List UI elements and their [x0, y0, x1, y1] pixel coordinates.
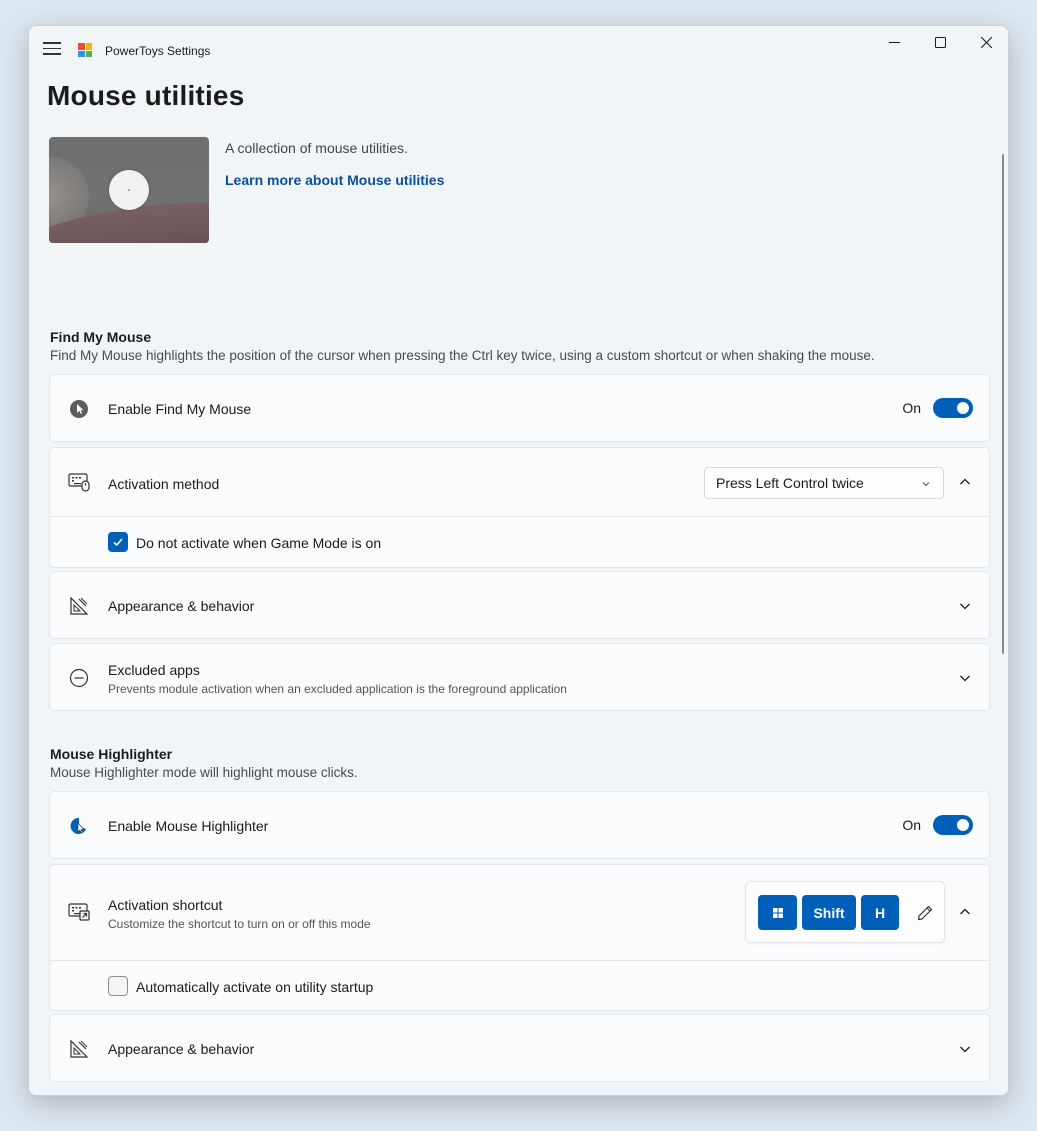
close-icon — [980, 36, 992, 48]
maximize-icon — [934, 36, 946, 48]
appearance-behavior-label: Appearance & behavior — [108, 598, 255, 614]
activation-method-label: Activation method — [108, 476, 220, 492]
powertoys-logo-icon — [78, 43, 92, 57]
divider — [50, 960, 989, 961]
h-key: H — [861, 895, 899, 930]
find-my-mouse-icon — [68, 398, 90, 420]
activation-method-value: Press Left Control twice — [716, 475, 864, 491]
enable-mouse-highlighter-card: Enable Mouse Highlighter On — [49, 791, 990, 859]
expand-appearance-button[interactable] — [957, 598, 973, 614]
windows-key — [758, 895, 797, 930]
excluded-apps-icon — [68, 667, 90, 689]
highlighter-appearance-label: Appearance & behavior — [108, 1041, 255, 1057]
mouse-highlighter-icon — [68, 815, 90, 837]
windows-logo-icon — [772, 907, 783, 918]
minimize-icon — [888, 41, 900, 43]
activation-method-dropdown[interactable]: Press Left Control twice — [704, 467, 944, 499]
expand-highlighter-appearance-button[interactable] — [957, 1041, 973, 1057]
highlighter-appearance-card[interactable]: Appearance & behavior — [49, 1014, 990, 1082]
toggle-state-text: On — [902, 817, 921, 833]
activation-shortcut-label: Activation shortcut — [108, 897, 223, 913]
find-my-mouse-description: Find My Mouse highlights the position of… — [50, 348, 875, 363]
title-bar: PowerToys Settings — [29, 26, 1008, 74]
hero-description: A collection of mouse utilities. — [225, 140, 408, 156]
page-title: Mouse utilities — [47, 80, 245, 111]
excluded-apps-label: Excluded apps — [108, 662, 200, 678]
shift-key: Shift — [802, 895, 856, 930]
learn-more-link[interactable]: Learn more about Mouse utilities — [225, 172, 444, 188]
enable-find-my-mouse-toggle[interactable]: On — [902, 398, 973, 418]
hamburger-menu-icon[interactable] — [43, 42, 61, 58]
enable-mouse-highlighter-toggle[interactable]: On — [902, 815, 973, 835]
keyboard-shortcut-icon — [68, 901, 90, 923]
ruler-pen-icon — [68, 1038, 90, 1060]
minimize-button[interactable] — [871, 26, 917, 58]
toggle-switch[interactable] — [933, 815, 973, 835]
checkmark-icon — [113, 538, 123, 547]
mouse-highlighter-title: Mouse Highlighter — [50, 746, 173, 762]
chevron-down-icon — [960, 603, 970, 610]
excluded-apps-card[interactable]: Excluded apps Prevents module activation… — [49, 643, 990, 711]
app-title: PowerToys Settings — [105, 44, 211, 58]
game-mode-checkbox[interactable] — [108, 532, 128, 552]
enable-find-my-mouse-label: Enable Find My Mouse — [108, 401, 252, 417]
activation-shortcut-sublabel: Customize the shortcut to turn on or off… — [108, 917, 371, 931]
vertical-scrollbar[interactable] — [1002, 154, 1004, 654]
maximize-button[interactable] — [917, 26, 963, 58]
activation-method-card: Activation method Press Left Control twi… — [49, 447, 990, 568]
game-mode-label: Do not activate when Game Mode is on — [136, 535, 382, 551]
chevron-down-icon — [960, 1046, 970, 1053]
mouse-highlighter-description: Mouse Highlighter mode will highlight mo… — [50, 765, 358, 780]
chevron-up-icon — [960, 478, 970, 485]
excluded-apps-sublabel: Prevents module activation when an exclu… — [108, 682, 567, 696]
expand-excluded-apps-button[interactable] — [957, 670, 973, 686]
enable-find-my-mouse-card: Enable Find My Mouse On — [49, 374, 990, 442]
divider — [50, 516, 989, 517]
activation-shortcut-card: Activation shortcut Customize the shortc… — [49, 864, 990, 1011]
enable-mouse-highlighter-label: Enable Mouse Highlighter — [108, 818, 269, 834]
shortcut-keys-box[interactable]: Shift H — [745, 881, 945, 943]
chevron-down-icon — [960, 675, 970, 682]
toggle-switch[interactable] — [933, 398, 973, 418]
close-button[interactable] — [963, 26, 1008, 58]
find-my-mouse-title: Find My Mouse — [50, 329, 152, 345]
chevron-up-icon — [960, 908, 970, 915]
auto-activate-checkbox[interactable] — [108, 976, 128, 996]
pencil-icon — [917, 905, 933, 921]
hero-image — [49, 137, 209, 243]
appearance-behavior-card[interactable]: Appearance & behavior — [49, 571, 990, 639]
ruler-pen-icon — [68, 595, 90, 617]
chevron-down-icon — [922, 482, 930, 487]
collapse-shortcut-button[interactable] — [957, 904, 973, 920]
edit-shortcut-button[interactable] — [914, 902, 936, 924]
auto-activate-label: Automatically activate on utility startu… — [136, 979, 374, 995]
collapse-activation-button[interactable] — [957, 474, 973, 490]
toggle-state-text: On — [902, 400, 921, 416]
powertoys-window: PowerToys Settings Mouse utilities A col… — [28, 25, 1009, 1096]
keyboard-mouse-icon — [68, 471, 90, 493]
